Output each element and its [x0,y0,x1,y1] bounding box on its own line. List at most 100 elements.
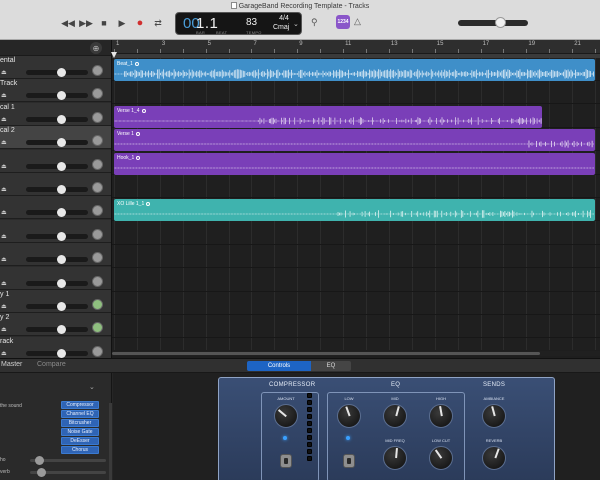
high-knob[interactable] [429,404,453,428]
track-volume-slider[interactable] [26,231,88,241]
record-button[interactable]: ● [134,17,146,29]
record-enable-icon[interactable]: ⏏ [1,350,9,357]
audio-region[interactable]: XO Lille 1_1 [114,199,596,222]
metronome-icon[interactable]: △ [354,16,361,27]
track-header[interactable]: cal 1 ⏏ [0,102,111,126]
track-volume-slider[interactable] [26,302,88,311]
echo-slider-knob[interactable] [34,456,44,465]
arrange-area[interactable]: Beat_1 Verse 1_4 Verse 1 Hook_1 XO Lille 1_1 [112,58,600,350]
pan-knob[interactable] [92,322,103,334]
track-header[interactable]: ⏏ [0,173,111,196]
low-cut-knob[interactable] [429,446,453,470]
library-scrollbar[interactable] [109,403,112,480]
track-volume-knob[interactable] [56,231,66,241]
plugin-slot[interactable]: Bitcrusher [61,419,99,427]
track-volume-knob[interactable] [56,68,66,77]
tab-controls[interactable]: Controls [247,361,311,371]
plugin-slot[interactable]: Chorus [61,446,99,454]
timeline-ruler[interactable]: 1 3 5 7 9 11 13 15 17 19 21 [112,40,600,54]
ambiance-knob[interactable] [482,404,506,428]
track-lane[interactable] [112,81,600,105]
track-volume-knob[interactable] [56,255,66,265]
record-enable-icon[interactable]: ⏏ [1,303,9,310]
track-volume-slider[interactable] [26,208,88,218]
track-header[interactable]: ⏏ [0,196,111,220]
pan-knob[interactable] [92,182,103,193]
track-volume-slider[interactable] [26,325,88,335]
track-volume-knob[interactable] [56,302,66,311]
track-lane[interactable] [112,315,600,339]
pan-knob[interactable] [92,111,103,123]
pan-knob[interactable] [92,158,103,170]
track-volume-slider[interactable] [26,91,88,101]
count-in-button[interactable]: 1234 [336,15,350,29]
track-volume-knob[interactable] [56,208,66,218]
track-lane[interactable] [112,292,600,315]
audio-region[interactable]: Verse 1 [114,129,596,152]
record-enable-icon[interactable]: ⏏ [1,116,9,123]
track-volume-knob[interactable] [56,138,66,148]
record-enable-icon[interactable]: ⏏ [1,163,9,170]
plugin-slot[interactable]: Channel EQ [61,410,99,418]
plugin-slot[interactable]: DeEsser [61,437,99,445]
record-enable-icon[interactable]: ⏏ [1,233,9,240]
plugin-slot[interactable]: Compressor [61,401,99,409]
add-track-button[interactable]: ⊕ [90,42,102,54]
pan-knob[interactable] [92,345,103,357]
track-volume-knob[interactable] [56,91,66,101]
master-volume-slider[interactable] [458,17,528,28]
track-volume-knob[interactable] [56,325,66,335]
tab-compare[interactable]: Compare [37,361,66,368]
pan-knob[interactable] [92,65,103,76]
pan-knob[interactable] [92,252,103,264]
reverb-slider-knob[interactable] [36,468,46,477]
track-header[interactable]: y 1 ⏏ [0,290,111,313]
pan-knob[interactable] [92,275,103,287]
track-volume-knob[interactable] [56,161,66,171]
track-header[interactable]: rack ⏏ [0,336,111,358]
tab-master[interactable]: Master [1,361,22,368]
plugin-slot[interactable]: Noise Gate [61,428,99,436]
track-volume-knob[interactable] [56,185,66,194]
reverb-slider[interactable] [30,468,106,477]
pan-knob[interactable] [92,88,103,100]
mid-freq-knob[interactable] [383,446,407,470]
audio-region[interactable]: Beat_1 [114,59,596,81]
track-header[interactable]: ⏏ [0,243,111,267]
play-button[interactable]: ▶ [116,17,128,29]
pan-knob[interactable] [92,299,103,310]
track-volume-slider[interactable] [26,138,88,148]
record-enable-icon[interactable]: ⏏ [1,186,9,193]
lcd-display[interactable]: 00 1.1 BAR BEAT 83 TEMPO 4/4 Cmaj ⌄ [175,12,302,35]
reverb-knob[interactable] [482,446,506,470]
track-volume-slider[interactable] [26,278,88,288]
cycle-button[interactable]: ⇄ [152,17,164,29]
track-volume-slider[interactable] [26,161,88,171]
track-header[interactable]: ⏏ [0,149,111,173]
record-enable-icon[interactable]: ⏏ [1,139,9,146]
track-volume-slider[interactable] [26,255,88,265]
track-lane[interactable] [112,339,600,350]
track-header[interactable]: ⏏ [0,219,111,243]
record-enable-icon[interactable]: ⏏ [1,92,9,99]
pan-knob[interactable] [92,135,103,147]
track-volume-knob[interactable] [56,348,66,358]
track-lane[interactable] [112,175,600,198]
tab-eq[interactable]: EQ [311,361,351,371]
track-header[interactable]: cal 2 ⏏ [0,126,111,150]
track-lane[interactable] [112,269,600,292]
audio-region[interactable]: Hook_1 [114,152,596,175]
track-header[interactable]: ental ⏏ [0,56,111,79]
record-enable-icon[interactable]: ⏏ [1,256,9,263]
track-volume-slider[interactable] [26,68,88,77]
track-volume-slider[interactable] [26,114,88,124]
low-knob[interactable] [337,404,361,428]
track-volume-slider[interactable] [26,185,88,194]
stop-button[interactable]: ■ [98,17,110,29]
scrollbar-thumb[interactable] [112,352,540,355]
tuner-icon[interactable]: ⚲ [311,17,318,28]
chevron-down-icon[interactable]: ⌄ [293,20,299,28]
record-enable-icon[interactable]: ⏏ [1,280,9,287]
track-lane[interactable] [112,222,600,245]
track-lane[interactable] [112,245,600,269]
